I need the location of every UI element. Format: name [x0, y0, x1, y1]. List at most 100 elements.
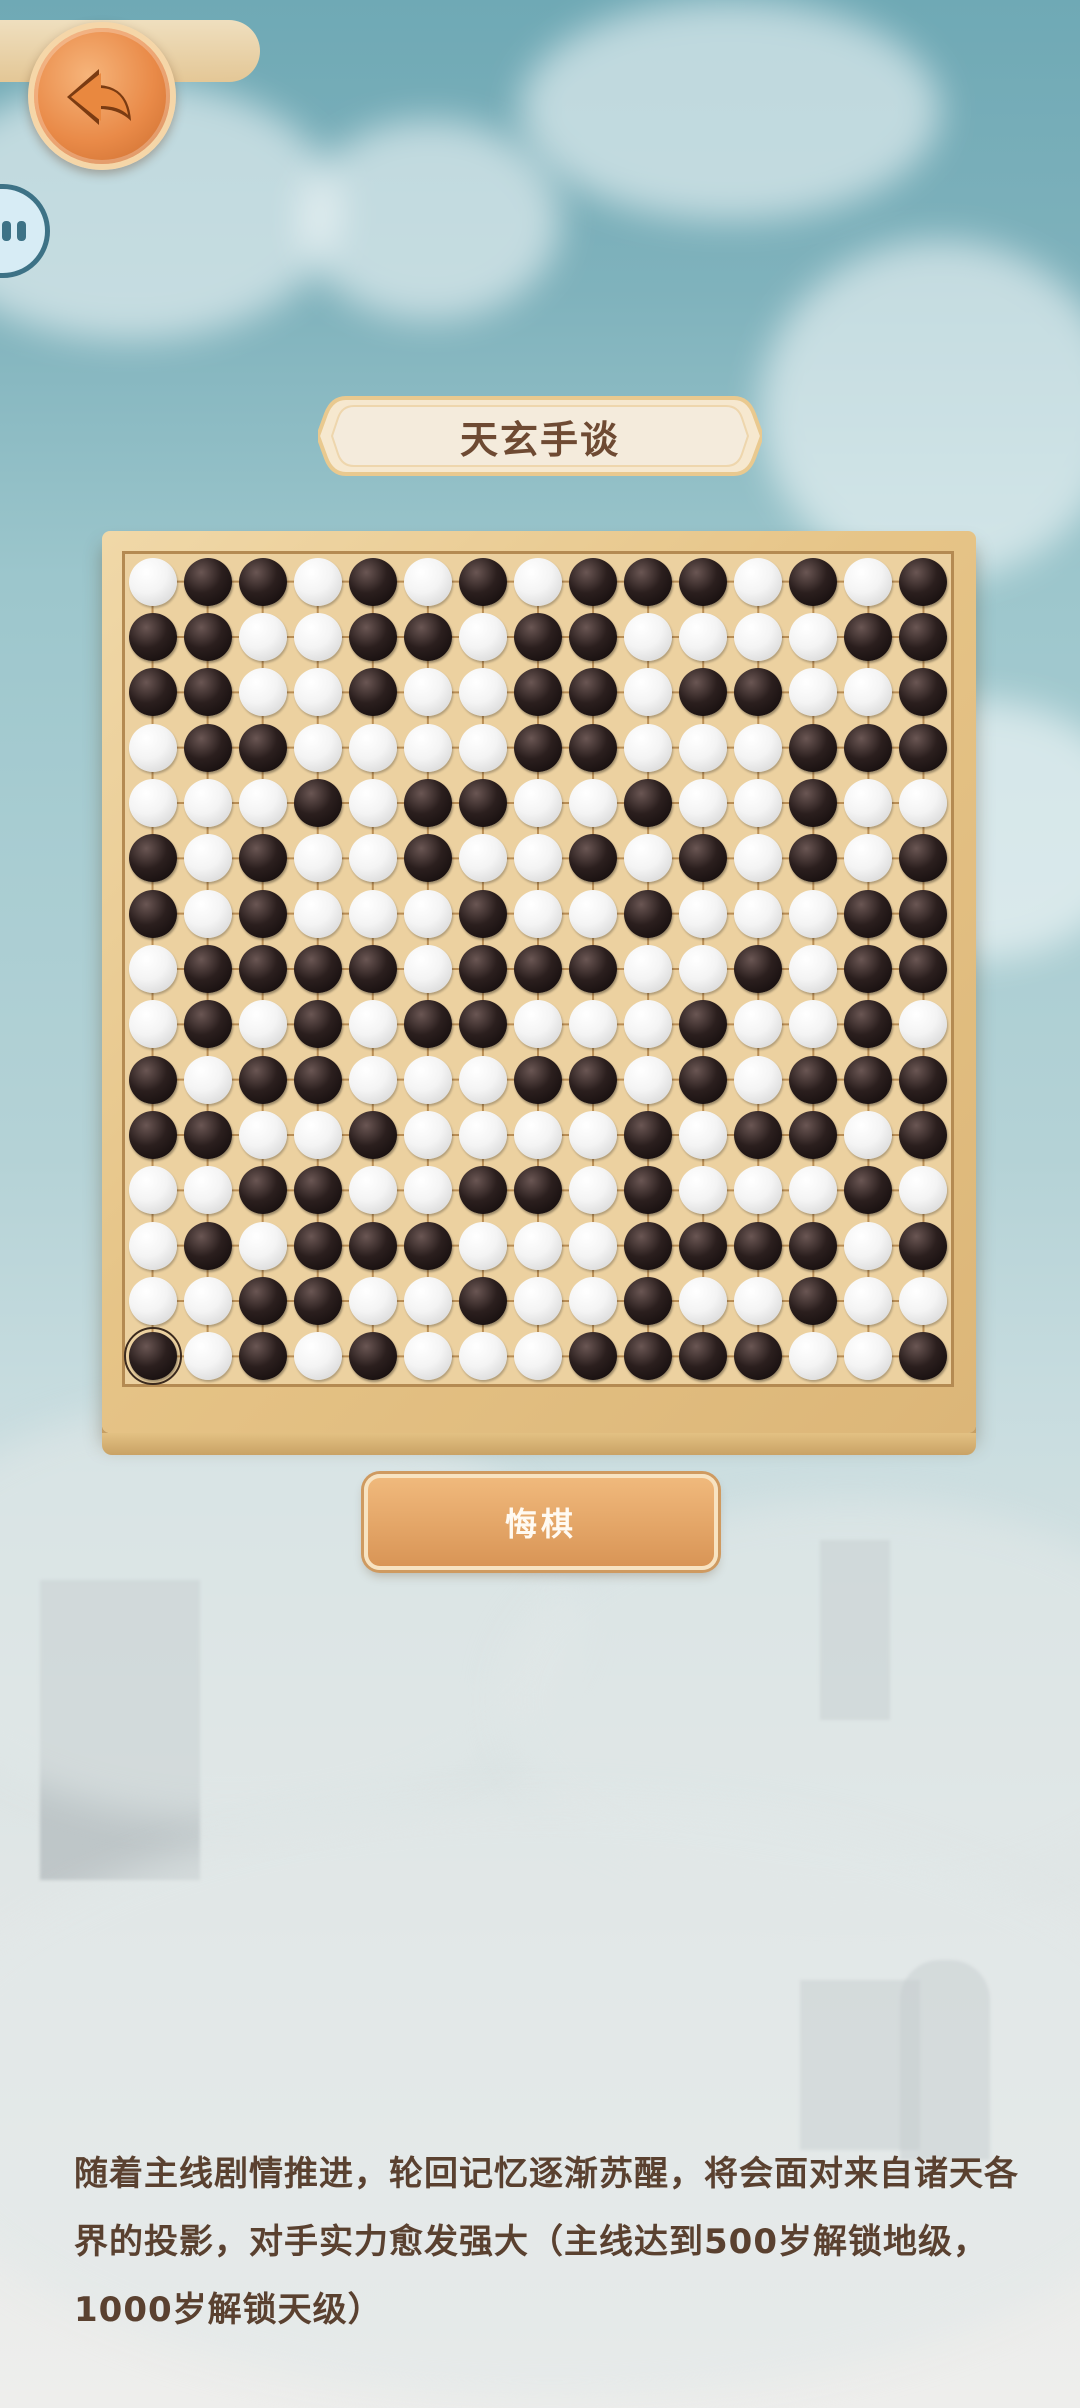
- black-stone: [514, 945, 562, 993]
- black-stone: [899, 723, 948, 772]
- black-stone: [789, 723, 838, 772]
- black-stone: [899, 889, 948, 938]
- white-stone: [569, 1000, 618, 1049]
- white-stone: [679, 1166, 728, 1215]
- white-stone: [734, 889, 783, 938]
- black-stone: [238, 889, 287, 938]
- black-stone: [624, 1221, 673, 1270]
- black-stone: [789, 1221, 838, 1270]
- white-stone: [734, 1055, 783, 1104]
- white-stone: [624, 668, 673, 717]
- white-stone: [624, 834, 673, 883]
- black-stone: [844, 889, 893, 938]
- white-stone: [348, 723, 397, 772]
- white-stone: [679, 1277, 728, 1325]
- black-stone: [569, 557, 618, 606]
- background-cloud: [300, 120, 560, 320]
- black-stone: [183, 723, 232, 772]
- white-stone: [128, 779, 177, 827]
- white-stone: [293, 889, 342, 938]
- white-stone: [183, 1166, 232, 1215]
- black-stone: [899, 1332, 948, 1381]
- black-stone: [899, 613, 948, 661]
- white-stone: [569, 1111, 618, 1159]
- white-stone: [899, 1000, 948, 1049]
- white-stone: [679, 779, 728, 827]
- black-stone: [238, 723, 287, 772]
- white-stone: [789, 1166, 838, 1215]
- board-grid[interactable]: [122, 551, 954, 1387]
- black-stone: [569, 613, 618, 661]
- black-stone: [238, 1277, 287, 1325]
- black-stone: [183, 1111, 232, 1159]
- black-stone: [844, 613, 893, 661]
- white-stone: [789, 945, 838, 993]
- white-stone: [679, 945, 728, 993]
- white-stone: [514, 1000, 562, 1049]
- white-stone: [569, 1166, 618, 1215]
- white-stone: [238, 668, 287, 717]
- black-stone: [348, 1332, 397, 1381]
- black-stone: [679, 1000, 728, 1049]
- black-stone: [624, 1332, 673, 1381]
- black-stone: [624, 557, 673, 606]
- black-stone: [679, 1221, 728, 1270]
- white-stone: [183, 1332, 232, 1381]
- white-stone: [514, 1277, 562, 1325]
- white-stone: [844, 557, 893, 606]
- black-stone: [679, 1332, 728, 1381]
- white-stone: [734, 613, 783, 661]
- black-stone: [514, 1166, 562, 1215]
- black-stone: [899, 557, 948, 606]
- back-button[interactable]: [28, 22, 176, 170]
- black-stone: [348, 945, 397, 993]
- black-stone: [458, 889, 507, 938]
- white-stone: [403, 1166, 452, 1215]
- black-stone: [348, 613, 397, 661]
- white-stone: [128, 557, 177, 606]
- black-stone: [348, 1111, 397, 1159]
- black-stone: [128, 834, 177, 883]
- black-stone: [183, 1221, 232, 1270]
- white-stone: [569, 779, 618, 827]
- white-stone: [128, 1166, 177, 1215]
- black-stone: [624, 889, 673, 938]
- white-stone: [183, 834, 232, 883]
- black-stone: [624, 779, 673, 827]
- white-stone: [128, 723, 177, 772]
- white-stone: [734, 723, 783, 772]
- black-stone: [128, 1111, 177, 1159]
- white-stone: [624, 723, 673, 772]
- black-stone: [403, 1221, 452, 1270]
- black-stone: [679, 834, 728, 883]
- black-stone: [403, 1000, 452, 1049]
- white-stone: [458, 613, 507, 661]
- white-stone: [844, 1277, 893, 1325]
- white-stone: [293, 723, 342, 772]
- white-stone: [458, 1111, 507, 1159]
- black-stone: [624, 1277, 673, 1325]
- black-stone: [238, 1166, 287, 1215]
- undo-button[interactable]: 悔棋: [364, 1474, 718, 1570]
- white-stone: [238, 613, 287, 661]
- white-stone: [624, 613, 673, 661]
- white-stone: [348, 889, 397, 938]
- black-stone: [123, 1327, 182, 1386]
- black-stone: [679, 1055, 728, 1104]
- black-stone: [734, 1221, 783, 1270]
- white-stone: [844, 668, 893, 717]
- black-stone: [789, 1277, 838, 1325]
- description-text: 随着主线剧情推进，轮回记忆逐渐苏醒，将会面对来自诸天各界的投影，对手实力愈发强大…: [74, 2154, 1019, 2330]
- black-stone: [458, 779, 507, 827]
- white-stone: [514, 1221, 562, 1270]
- black-stone: [514, 613, 562, 661]
- white-stone: [348, 1277, 397, 1325]
- black-stone: [348, 668, 397, 717]
- black-stone: [569, 668, 618, 717]
- black-stone: [899, 1221, 948, 1270]
- white-stone: [624, 1000, 673, 1049]
- black-stone: [899, 668, 948, 717]
- white-stone: [844, 1111, 893, 1159]
- white-stone: [183, 779, 232, 827]
- white-stone: [348, 1055, 397, 1104]
